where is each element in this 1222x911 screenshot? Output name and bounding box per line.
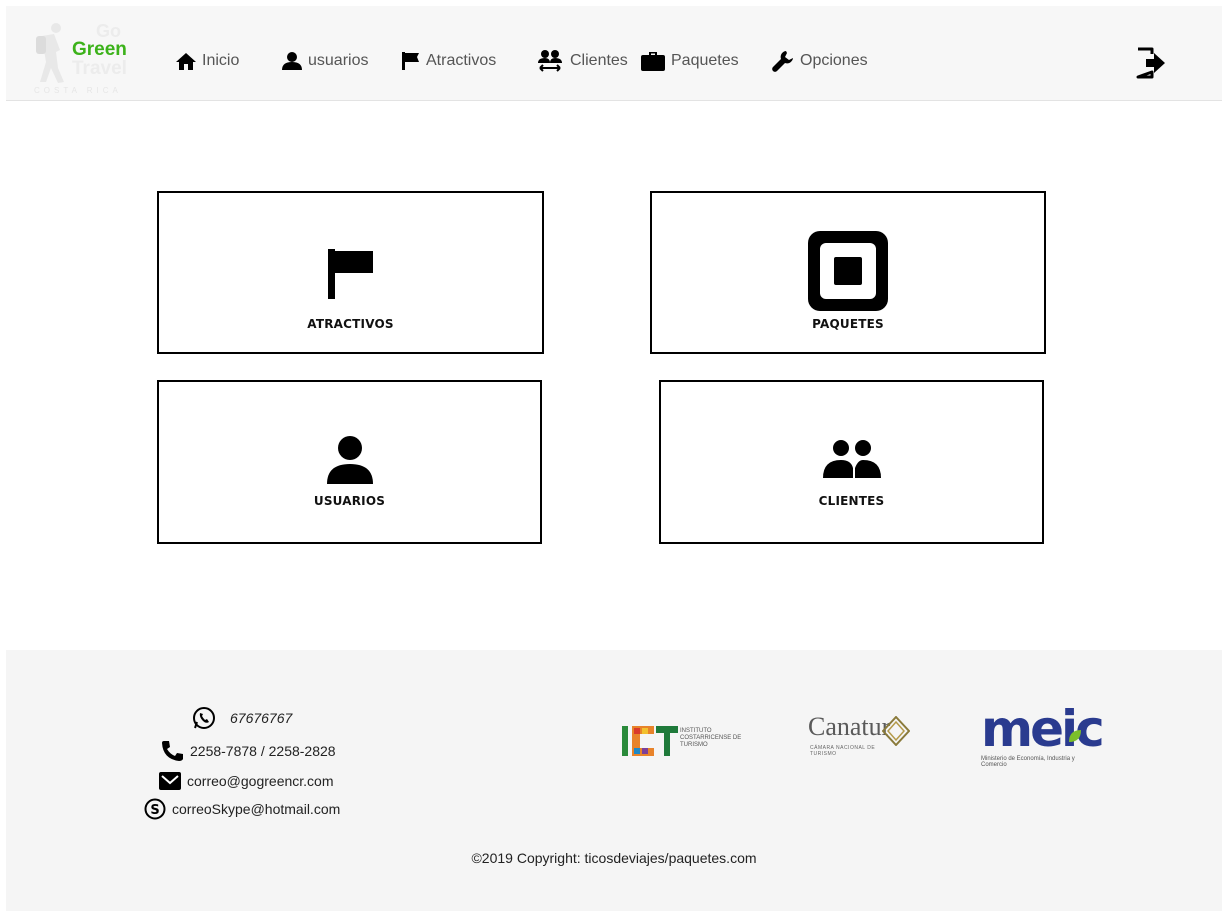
envelope-icon [159, 772, 181, 790]
card-usuarios[interactable]: USUARIOS [157, 380, 542, 544]
card-paquetes[interactable]: PAQUETES [650, 191, 1046, 354]
brand-travel: Travel [72, 58, 127, 79]
nav-atractivos-label: Atractivos [426, 52, 497, 69]
meic-leaf-icon [1069, 730, 1081, 742]
skype-contact[interactable]: S correoSkype@hotmail.com [144, 798, 340, 820]
copyright-text: ©2019 Copyright: ticosdeviajes/paquetes.… [471, 850, 757, 866]
card-paquetes-label: PAQUETES [812, 317, 884, 331]
card-clientes-label: CLIENTES [818, 494, 885, 508]
meic-subtitle: Ministerio de Economía, Industria y Come… [981, 756, 1075, 768]
whatsapp-number: 67676767 [230, 710, 293, 726]
card-atractivos[interactable]: ATRACTIVOS [157, 191, 544, 354]
hiker-icon [36, 23, 64, 83]
card-usuarios-label: USUARIOS [313, 494, 386, 508]
flag-icon [327, 249, 373, 299]
sign-out-icon [1136, 47, 1165, 79]
card-clientes[interactable]: CLIENTES [659, 380, 1044, 544]
briefcase-icon [641, 52, 665, 71]
nav-opciones-label: Opciones [800, 52, 868, 69]
top-navbar: Go Green Travel COSTA RICA Inicio usuari… [6, 6, 1222, 101]
canatur-name: Canatur [808, 712, 891, 741]
nav-atractivos[interactable]: Atractivos [402, 49, 496, 73]
nav-opciones[interactable]: Opciones [772, 49, 868, 73]
email-contact[interactable]: correo@gogreencr.com [159, 772, 334, 790]
card-atractivos-label: ATRACTIVOS [307, 317, 394, 331]
canatur-subtitle: CÁMARA NACIONAL DE TURISMO [810, 745, 876, 757]
ict-logo[interactable]: INSTITUTO COSTARRICENSE DE TURISMO [620, 720, 770, 764]
home-icon [176, 52, 196, 70]
ict-name: INSTITUTO COSTARRICENSE DE TURISMO [680, 728, 742, 748]
svg-text:S: S [150, 803, 159, 818]
flag-icon [402, 52, 419, 70]
brand-country: COSTA RICA [34, 86, 122, 95]
logout-button[interactable] [1134, 46, 1168, 85]
nav-clientes-label: Clientes [570, 52, 628, 69]
nav-paquetes[interactable]: Paquetes [641, 49, 739, 73]
wrench-icon [772, 51, 793, 72]
whatsapp-contact[interactable]: 67676767 [192, 706, 292, 730]
skype-icon: S [144, 798, 166, 820]
meic-logo[interactable]: meic Ministerio de Economía, Industria y… [981, 700, 1105, 770]
meic-name: meic [981, 700, 1105, 758]
user-icon [326, 436, 373, 484]
nav-paquetes-label: Paquetes [671, 52, 739, 69]
people-arrows-icon [538, 50, 562, 72]
users-icon [822, 440, 881, 478]
nav-inicio[interactable]: Inicio [176, 49, 239, 73]
ict-logo-graphic [622, 726, 678, 756]
nav-clientes[interactable]: Clientes [536, 49, 628, 73]
square-icon [808, 231, 888, 311]
canatur-diamond-icon [882, 716, 910, 746]
email-address: correo@gogreencr.com [187, 773, 334, 789]
brand-logo[interactable]: Go Green Travel COSTA RICA [32, 16, 154, 96]
phone-icon [162, 741, 183, 761]
phone-contact[interactable]: 2258-7878 / 2258-2828 [160, 740, 336, 762]
nav-inicio-label: Inicio [202, 52, 240, 69]
phone-number: 2258-7878 / 2258-2828 [190, 743, 336, 759]
nav-usuarios[interactable]: usuarios [282, 49, 368, 73]
skype-address: correoSkype@hotmail.com [172, 801, 341, 817]
page-footer: 67676767 2258-7878 / 2258-2828 correo@go… [6, 650, 1222, 911]
user-icon [282, 52, 302, 70]
nav-usuarios-label: usuarios [308, 52, 369, 69]
canatur-logo[interactable]: Canatur CÁMARA NACIONAL DE TURISMO [808, 712, 918, 762]
whatsapp-icon [193, 707, 215, 729]
